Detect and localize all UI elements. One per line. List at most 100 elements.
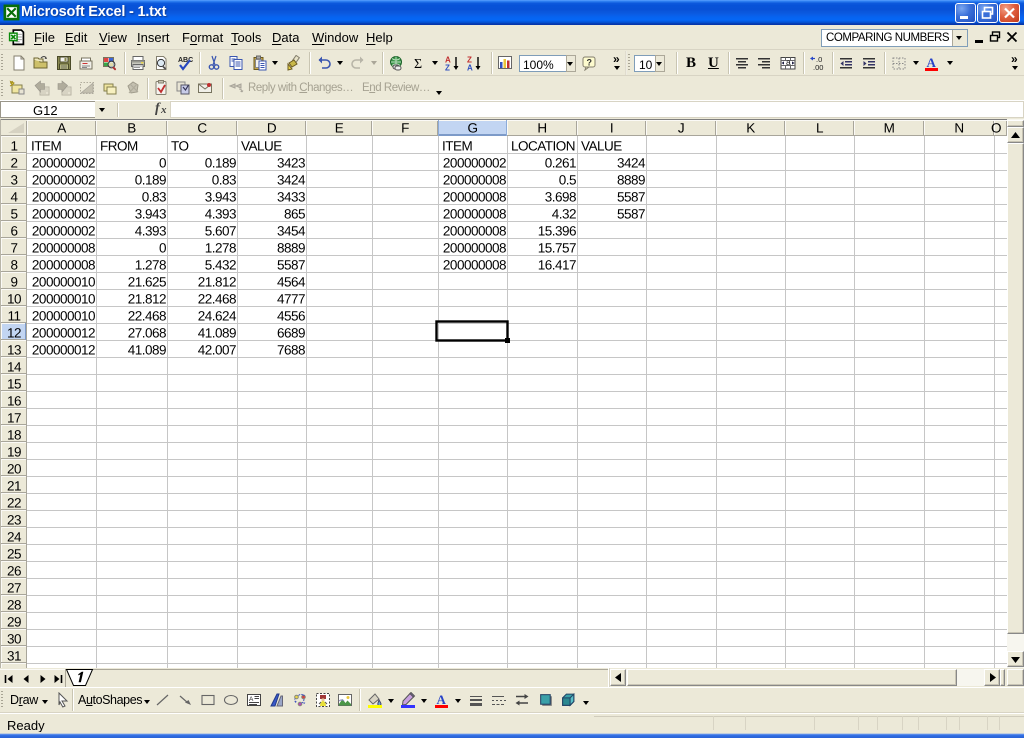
svg-text:3424: 3424: [617, 156, 646, 171]
svg-text:20: 20: [7, 462, 21, 477]
svg-text:19: 19: [7, 445, 21, 460]
svg-text:21: 21: [7, 479, 21, 494]
svg-text:G: G: [467, 121, 477, 136]
svg-text:3423: 3423: [277, 156, 305, 171]
svg-text:200000008: 200000008: [443, 207, 506, 222]
svg-text:M: M: [884, 121, 895, 136]
svg-text:200000008: 200000008: [32, 258, 95, 273]
svg-text:K: K: [746, 121, 755, 136]
svg-text:E: E: [335, 121, 344, 136]
svg-text:4777: 4777: [277, 292, 305, 307]
svg-text:A: A: [249, 696, 254, 703]
svg-text:0.5: 0.5: [559, 173, 576, 188]
svg-text:200000002: 200000002: [32, 173, 95, 188]
svg-text:200000002: 200000002: [32, 156, 95, 171]
svg-text:30: 30: [7, 632, 21, 647]
svg-text:TO: TO: [171, 139, 189, 154]
svg-text:C: C: [197, 121, 207, 136]
svg-text:2: 2: [10, 156, 17, 171]
svg-text:A: A: [467, 64, 473, 72]
svg-text:42.007: 42.007: [198, 343, 236, 358]
svg-text:865: 865: [284, 207, 305, 222]
svg-text:27.068: 27.068: [128, 326, 166, 341]
svg-text:11: 11: [7, 309, 20, 324]
svg-text:16: 16: [7, 394, 21, 409]
svg-text:3.698: 3.698: [545, 190, 576, 205]
svg-text:200000002: 200000002: [32, 224, 95, 239]
svg-text:9: 9: [10, 275, 17, 290]
svg-text:ITEM: ITEM: [442, 139, 473, 154]
svg-text:A: A: [57, 121, 66, 136]
svg-text:15.396: 15.396: [538, 224, 576, 239]
svg-text:0.83: 0.83: [212, 173, 236, 188]
svg-text:200000008: 200000008: [443, 173, 506, 188]
svg-text:4564: 4564: [277, 275, 306, 290]
svg-text:8: 8: [10, 258, 17, 273]
svg-text:14: 14: [7, 360, 22, 375]
svg-text:3: 3: [10, 173, 17, 188]
svg-text:200000010: 200000010: [32, 309, 95, 324]
svg-text:5.607: 5.607: [205, 224, 236, 239]
svg-text:3.943: 3.943: [205, 190, 236, 205]
svg-text:200000008: 200000008: [443, 258, 506, 273]
svg-text:22: 22: [7, 496, 21, 511]
svg-text:7688: 7688: [277, 343, 305, 358]
svg-text:10: 10: [7, 292, 21, 307]
svg-text:4: 4: [10, 190, 18, 205]
svg-text:21.625: 21.625: [128, 275, 166, 290]
svg-text:?: ?: [587, 58, 593, 68]
svg-text:4556: 4556: [277, 309, 305, 324]
svg-text:31: 31: [7, 649, 21, 664]
svg-text:3433: 3433: [277, 190, 305, 205]
svg-text:4.393: 4.393: [135, 224, 166, 239]
svg-text:28: 28: [7, 598, 21, 613]
svg-text:A: A: [927, 55, 937, 70]
svg-text:N: N: [954, 121, 963, 136]
svg-text:ABC: ABC: [178, 57, 193, 64]
svg-text:200000002: 200000002: [443, 156, 506, 171]
svg-text:J: J: [678, 121, 684, 136]
svg-text:Z: Z: [445, 64, 450, 72]
svg-text:200000008: 200000008: [443, 241, 506, 256]
svg-text:1.278: 1.278: [205, 241, 236, 256]
svg-text:O: O: [991, 121, 1001, 136]
svg-text:200000010: 200000010: [32, 275, 95, 290]
svg-text:5: 5: [10, 207, 17, 222]
svg-text:FROM: FROM: [100, 139, 138, 154]
svg-text:22.468: 22.468: [198, 292, 236, 307]
svg-text:3.943: 3.943: [135, 207, 166, 222]
svg-text:200000008: 200000008: [32, 241, 95, 256]
svg-text:5587: 5587: [277, 258, 305, 273]
svg-text:7: 7: [10, 241, 17, 256]
svg-text:B: B: [127, 121, 136, 136]
svg-text:200000002: 200000002: [32, 207, 95, 222]
svg-text:4.32: 4.32: [552, 207, 576, 222]
svg-text:41.089: 41.089: [198, 326, 236, 341]
svg-text:200000012: 200000012: [32, 326, 95, 341]
svg-text:LOCATION: LOCATION: [511, 139, 575, 154]
svg-text:29: 29: [7, 615, 21, 630]
svg-text:3424: 3424: [277, 173, 306, 188]
svg-text:0: 0: [159, 156, 166, 171]
svg-text:41.089: 41.089: [128, 343, 166, 358]
svg-text:15: 15: [7, 377, 21, 392]
svg-text:H: H: [537, 121, 546, 136]
svg-text:24: 24: [7, 530, 22, 545]
svg-text:27: 27: [7, 581, 21, 596]
svg-text:21.812: 21.812: [198, 275, 236, 290]
svg-text:25: 25: [7, 547, 21, 562]
svg-text:6: 6: [10, 224, 17, 239]
svg-text:0.83: 0.83: [142, 190, 166, 205]
svg-text:21.812: 21.812: [128, 292, 166, 307]
svg-text:VALUE: VALUE: [581, 139, 622, 154]
svg-text:I: I: [610, 121, 613, 136]
svg-text:15.757: 15.757: [538, 241, 576, 256]
svg-text:6689: 6689: [277, 326, 305, 341]
svg-text:0.189: 0.189: [205, 156, 236, 171]
svg-text:A: A: [437, 692, 447, 707]
svg-text:22.468: 22.468: [128, 309, 166, 324]
svg-text:3454: 3454: [277, 224, 306, 239]
svg-text:200000008: 200000008: [443, 224, 506, 239]
svg-text:Σ: Σ: [414, 57, 422, 71]
svg-text:ITEM: ITEM: [31, 139, 62, 154]
